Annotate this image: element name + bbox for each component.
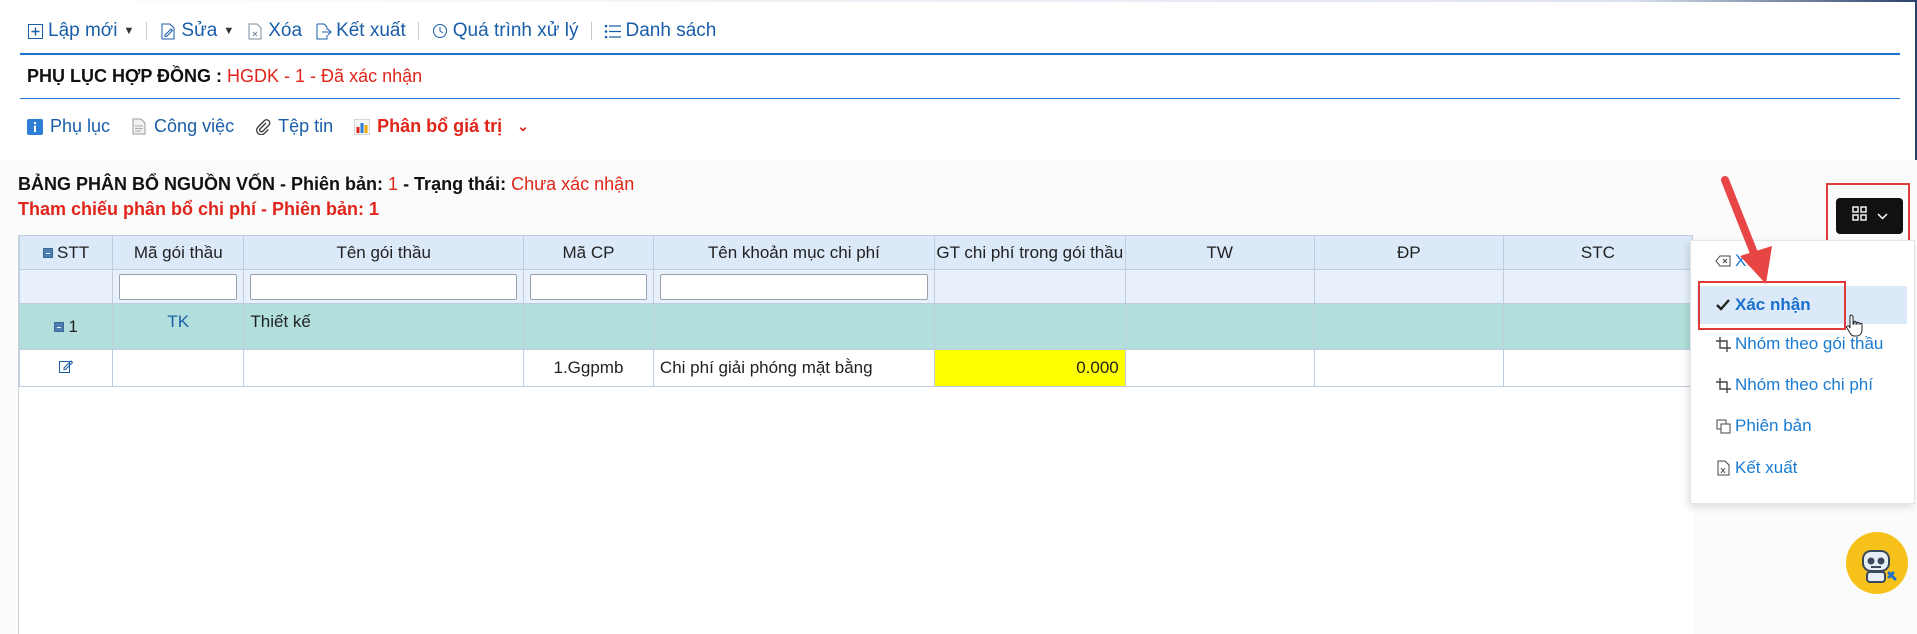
menu-item-version[interactable]: Phiên bản (1715, 416, 1812, 436)
filter-package-name[interactable] (250, 273, 518, 300)
allocation-heading: BẢNG PHÂN BỔ NGUỒN VỐN - Phiên bản: 1 - … (18, 174, 634, 195)
tab-work-label: Công việc (154, 116, 235, 136)
tab-value-allocation[interactable]: Phân bổ giá trị ⌄ (353, 116, 529, 137)
assistant-bot-button[interactable] (1846, 532, 1908, 594)
copy-icon (1715, 418, 1731, 434)
document-icon (130, 118, 147, 135)
new-button[interactable]: Lập mới ▼ (20, 20, 140, 42)
edit-document-icon (159, 22, 177, 40)
plus-square-icon (26, 22, 44, 40)
chevron-down-icon: ▼ (123, 25, 135, 37)
cost-code-cell: 1.Ggpmb (523, 349, 654, 387)
menu-item-group-by-cost[interactable]: Nhóm theo chi phí (1715, 375, 1873, 395)
delete-button-label: Xóa (268, 20, 303, 41)
table-row: 1.Ggpmb Chi phí giải phóng mặt bằng 0.00… (18, 349, 1694, 387)
chevron-down-icon[interactable]: ⌄ (517, 118, 529, 135)
tab-files[interactable]: Tệp tin (254, 116, 333, 137)
filter-package-code[interactable] (119, 273, 238, 300)
main-toolbar: Lập mới ▼ Sửa ▼ Xóa Kết xuất Quá trình x… (20, 14, 722, 48)
page-title-value: HGDK - 1 - Đã xác nhận (227, 66, 423, 86)
hand-cursor-icon (1846, 314, 1863, 337)
tab-files-label: Tệp tin (278, 116, 334, 136)
cost-value-cell[interactable]: 0.000 (933, 349, 1126, 387)
row-edit-cell (18, 349, 114, 387)
heading-status-value: Chưa xác nhận (511, 174, 635, 194)
heading-prefix: BẢNG PHÂN BỔ NGUỒN VỐN - Phiên bản: (18, 174, 384, 194)
column-header[interactable]: ĐP (1313, 235, 1504, 270)
annotation-arrow-icon (1721, 176, 1772, 284)
reference-heading: Tham chiếu phân bổ chi phí - Phiên bản: … (18, 199, 380, 219)
tab-appendix-label: Phụ lục (50, 116, 111, 136)
info-icon (26, 118, 43, 135)
column-header[interactable]: TW (1124, 235, 1315, 270)
list-button[interactable]: Danh sách (598, 20, 723, 42)
column-header[interactable]: Tên khoản mục chi phí (652, 235, 935, 270)
page-title-label: PHỤ LỤC HỢP ĐỒNG : (27, 66, 223, 86)
delete-button[interactable]: Xóa (240, 20, 308, 42)
edit-button-label: Sửa (181, 20, 218, 41)
group-stt-cell: 1 (18, 303, 114, 350)
clock-icon (431, 22, 449, 40)
heading-version: 1 (388, 174, 399, 194)
export-button[interactable]: Kết xuất (308, 20, 412, 42)
menu-item-export[interactable]: Kết xuất (1715, 458, 1797, 478)
filter-cost-code[interactable] (530, 273, 647, 300)
toolbar-divider (590, 22, 592, 40)
annotation-box (1826, 183, 1910, 246)
column-header[interactable]: Mã gói thầu (112, 235, 245, 270)
collapse-all-icon[interactable] (43, 248, 54, 259)
filter-cost-name[interactable] (659, 273, 928, 300)
heading-status-label: - Trạng thái: (403, 174, 507, 194)
chevron-down-icon: ▼ (223, 25, 235, 37)
column-header[interactable]: GT chi phí trong gói thầu (933, 235, 1126, 270)
table-group-row: 1 TK Thiết kế (18, 303, 1694, 350)
group-package-code[interactable]: TK (112, 303, 245, 350)
bar-chart-icon (353, 118, 370, 135)
collapse-group-icon[interactable] (54, 322, 65, 333)
toolbar-divider (146, 22, 148, 40)
cost-name-cell: Chi phí giải phóng mặt bằng (652, 349, 935, 387)
export-button-label: Kết xuất (336, 20, 406, 41)
crop-icon (1715, 336, 1731, 352)
list-button-label: Danh sách (625, 20, 717, 41)
window-top-strip (0, 0, 1917, 2)
excel-file-icon (1715, 460, 1731, 476)
process-history-label: Quá trình xử lý (452, 20, 579, 41)
toolbar-divider (417, 22, 419, 40)
new-button-label: Lập mới (48, 20, 118, 41)
tab-value-allocation-label: Phân bổ giá trị (377, 116, 503, 136)
column-header[interactable]: STC (1502, 235, 1694, 270)
column-header[interactable]: Mã CP (523, 235, 654, 270)
column-header[interactable]: STT (18, 235, 114, 270)
edit-icon[interactable] (59, 358, 74, 377)
edit-button[interactable]: Sửa ▼ (153, 20, 240, 42)
filter-row (18, 269, 1694, 304)
group-package-name: Thiết kế (243, 303, 525, 350)
page-title: PHỤ LỤC HỢP ĐỒNG : HGDK - 1 - Đã xác nhậ… (27, 66, 422, 87)
column-header[interactable]: Tên gói thầu (243, 235, 525, 270)
table-header-row: STT Mã gói thầu Tên gói thầu Mã CP Tên k… (18, 235, 1694, 270)
menu-item-group-by-package[interactable]: Nhóm theo gói thầu (1715, 334, 1883, 354)
allocation-table: STT Mã gói thầu Tên gói thầu Mã CP Tên k… (18, 235, 1694, 387)
robot-icon (1862, 550, 1897, 583)
process-history-button[interactable]: Quá trình xử lý (425, 20, 585, 42)
paperclip-icon (254, 118, 271, 135)
tab-appendix[interactable]: Phụ lục (26, 116, 110, 137)
detail-tabs: Phụ lục Công việc Tệp tin Phân bổ giá tr… (26, 116, 529, 137)
toolbar-underline (20, 53, 1900, 55)
list-icon (604, 22, 622, 40)
crop-icon (1715, 377, 1731, 393)
tab-work[interactable]: Công việc (130, 116, 234, 137)
title-underline (20, 98, 1900, 99)
allocation-grid: STT Mã gói thầu Tên gói thầu Mã CP Tên k… (18, 235, 1694, 634)
delete-document-icon (246, 22, 264, 40)
export-icon (314, 22, 332, 40)
